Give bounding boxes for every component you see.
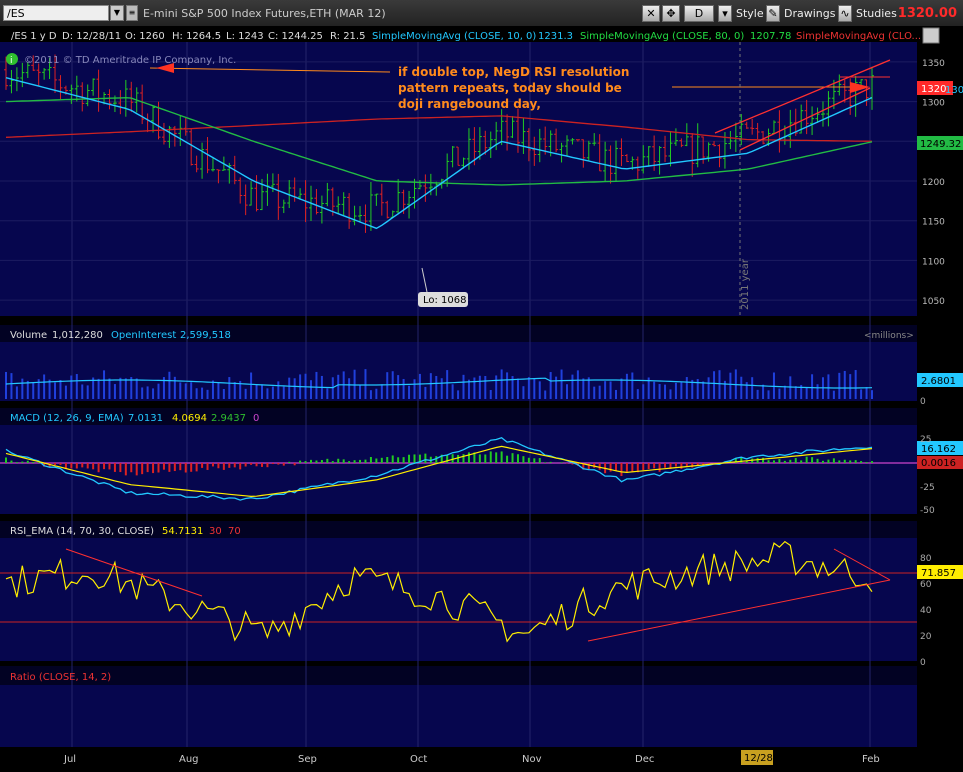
rsi-value: 54.7131 (162, 526, 203, 537)
sma10-label: SimpleMovingAvg (CLOSE, 10, 0) (372, 31, 536, 42)
toolbar: /ES ▼ ≡ E-mini S&P 500 Index Futures,ETH… (0, 0, 963, 27)
annotation-line-1: if double top, NegD RSI resolution (398, 65, 629, 79)
symbol-input[interactable]: /ES (3, 5, 109, 21)
macd-value: 7.0131 (128, 413, 163, 424)
rsi-tick: 40 (920, 606, 932, 616)
rsi-tick: 0 (920, 658, 926, 668)
studies-menu[interactable]: Studies (856, 7, 897, 20)
chart-settings-icon[interactable] (922, 27, 940, 44)
chart-svg[interactable]: 2011 year /ES 1 y D D: 12/28/11 O: 1260 … (0, 26, 963, 769)
style-menu[interactable]: Style (736, 7, 764, 20)
chart-area: 2011 year /ES 1 y D D: 12/28/11 O: 1260 … (0, 26, 963, 769)
rsi-tag: 71.857 (921, 568, 956, 579)
ratio-label: Ratio (CLOSE, 14, 2) (10, 672, 111, 683)
rsi-tick: 60 (920, 580, 932, 590)
rsi-label: RSI_EMA (14, 70, 30, CLOSE) (10, 526, 154, 537)
symbol-menu-button[interactable]: ≡ (126, 5, 138, 21)
settings-icon[interactable]: ▾ (718, 5, 732, 22)
macd-zero: 0 (253, 413, 259, 424)
cursor-date: 12/28 (744, 753, 773, 764)
volume-tag: 2.6801 (921, 376, 956, 387)
annotation-line-2: pattern repeats, today should be (398, 81, 622, 95)
macd-axis-neg50: -50 (920, 506, 935, 516)
pan-icon[interactable]: ✥ (662, 5, 680, 22)
x-axis-bg (0, 747, 963, 769)
price-tick: 1200 (922, 178, 945, 188)
bar-range: R: 21.5 (330, 31, 365, 42)
ratio-header-bg (0, 666, 917, 685)
info-glyph: i (10, 56, 13, 66)
volume-label: Volume (10, 330, 47, 341)
month-label: Jul (63, 754, 76, 765)
last-price: 1320.00 (897, 6, 957, 21)
oi-value: 2,599,518 (180, 330, 231, 341)
symbol-dropdown-button[interactable]: ▼ (110, 5, 124, 21)
month-label: Dec (635, 754, 654, 765)
price-tick: 1350 (922, 59, 945, 69)
rsi-oversold: 30 (209, 526, 222, 537)
copyright: ©2011 © TD Ameritrade IP Company, Inc. (24, 55, 236, 66)
sma80-value: 1207.78 (750, 31, 791, 42)
price-axis: 1350130012501200115011001050 (922, 59, 945, 307)
sma10-value: 1231.3 (538, 31, 573, 42)
macd-tag: 16.162 (921, 444, 956, 455)
bar-close: C: 1244.25 (268, 31, 323, 42)
month-label: Feb (862, 754, 880, 765)
bar-open: O: 1260 (125, 31, 165, 42)
month-label: Nov (522, 754, 542, 765)
sma-red-label: SimpleMovingAvg (CLO... (796, 31, 921, 42)
crosshair-icon[interactable]: ✕ (642, 5, 660, 22)
annotation-line-3: doji rangebound day, (398, 97, 541, 111)
price-tick: 1050 (922, 297, 945, 307)
bar-high: H: 1264.5 (172, 31, 221, 42)
month-label: Aug (179, 754, 199, 765)
period-button[interactable]: D (684, 5, 714, 22)
sma-green-tag: 1249.32 (920, 139, 961, 150)
macd-axis-25: 25 (920, 435, 931, 445)
drawings-menu[interactable]: Drawings (784, 7, 835, 20)
rsi-overbought: 70 (228, 526, 241, 537)
rsi-tick: 20 (920, 632, 932, 642)
macd-diff: 2.9437 (211, 413, 246, 424)
macd-axis-neg25: -25 (920, 483, 935, 493)
symbol-description: E-mini S&P 500 Index Futures,ETH (MAR 12… (143, 7, 386, 20)
price-tick: 1100 (922, 257, 945, 267)
volume-axis-0: 0 (920, 397, 926, 407)
year-marker: 2011 year (740, 258, 751, 310)
drawings-icon[interactable]: ✎ (766, 5, 780, 22)
low-label: Lo: 1068 (423, 295, 467, 306)
month-label: Oct (410, 754, 427, 765)
oi-label: OpenInterest (111, 330, 176, 341)
volume-units: <millions> (864, 331, 914, 341)
rsi-tick: 80 (920, 554, 932, 564)
symbol-period: /ES 1 y D (11, 31, 57, 42)
rsi-panel-bg (0, 521, 917, 661)
bar-date: D: 12/28/11 (62, 31, 121, 42)
bar-low: L: 1243 (226, 31, 264, 42)
sma80-label: SimpleMovingAvg (CLOSE, 80, 0) (580, 31, 744, 42)
price-tick: 1150 (922, 218, 945, 228)
sma-cyan-tag: 1305 (945, 85, 963, 96)
price-tick: 1300 (922, 99, 945, 109)
macd-avg: 4.0694 (172, 413, 207, 424)
month-label: Sep (298, 754, 317, 765)
studies-icon[interactable]: ∿ (838, 5, 852, 22)
macd-zero-tag: 0.0016 (921, 458, 956, 469)
volume-value: 1,012,280 (52, 330, 103, 341)
macd-label: MACD (12, 26, 9, EMA) (10, 413, 124, 424)
